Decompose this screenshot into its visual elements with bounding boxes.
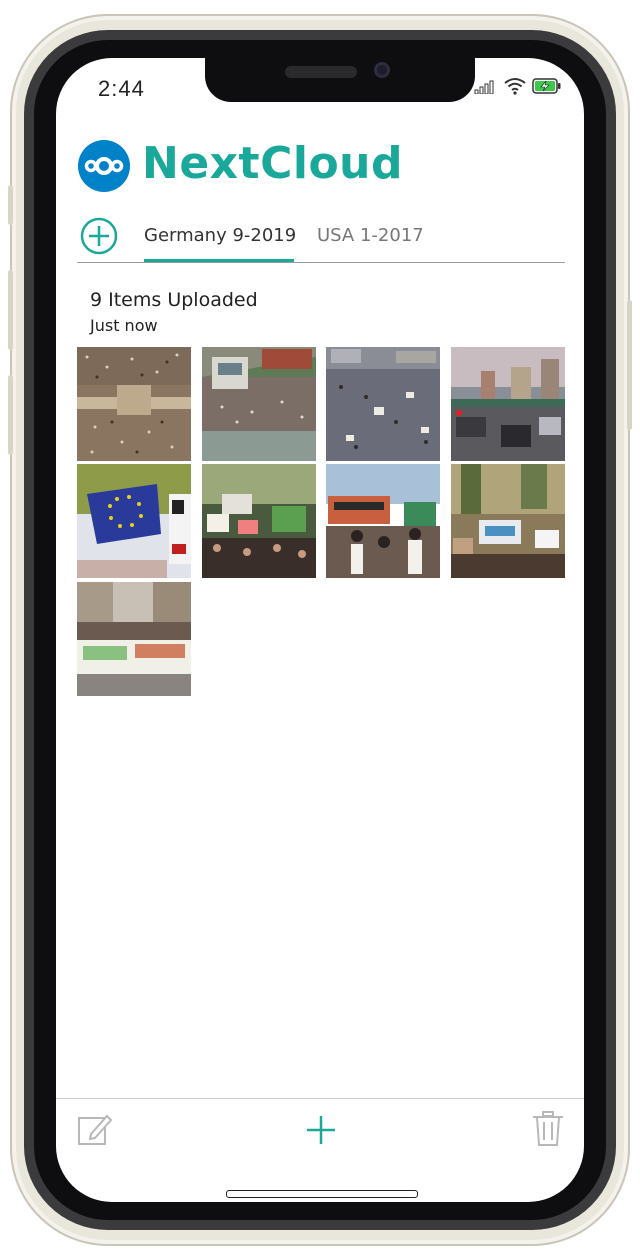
- toolbar-divider: [56, 1098, 584, 1099]
- photo-thumbnail[interactable]: [77, 347, 191, 461]
- app-title: NextCloud: [142, 138, 404, 189]
- nextcloud-logo-icon: [78, 140, 130, 192]
- status-time: 2:44: [98, 76, 145, 101]
- photo-thumbnail[interactable]: [451, 347, 565, 461]
- power-button: [627, 300, 632, 430]
- notch: [205, 58, 475, 102]
- battery-charging-icon: [532, 78, 561, 94]
- home-indicator[interactable]: [226, 1190, 418, 1198]
- upload-time: Just now: [90, 316, 158, 335]
- photo-thumbnail[interactable]: [326, 464, 440, 578]
- wifi-icon: [504, 78, 526, 95]
- speaker: [285, 66, 357, 78]
- volume-down-button: [8, 375, 13, 455]
- tabs-divider: [77, 262, 565, 263]
- mute-switch: [8, 185, 13, 225]
- cellular-signal-icon: [474, 80, 494, 94]
- edit-icon[interactable]: [77, 1112, 113, 1148]
- photo-thumbnail[interactable]: [326, 347, 440, 461]
- photo-thumbnail[interactable]: [77, 464, 191, 578]
- plus-icon[interactable]: [305, 1114, 337, 1146]
- tab-germany[interactable]: Germany 9-2019: [144, 225, 296, 246]
- photo-thumbnail[interactable]: [451, 464, 565, 578]
- photo-thumbnail[interactable]: [202, 347, 316, 461]
- volume-up-button: [8, 270, 13, 350]
- trash-icon[interactable]: [531, 1111, 565, 1147]
- tab-usa[interactable]: USA 1-2017: [317, 225, 424, 246]
- photo-thumbnail[interactable]: [77, 582, 191, 696]
- photo-thumbnail[interactable]: [202, 464, 316, 578]
- upload-count: 9 Items Uploaded: [90, 289, 258, 311]
- front-camera: [374, 62, 390, 78]
- circle-plus-icon[interactable]: [80, 217, 118, 255]
